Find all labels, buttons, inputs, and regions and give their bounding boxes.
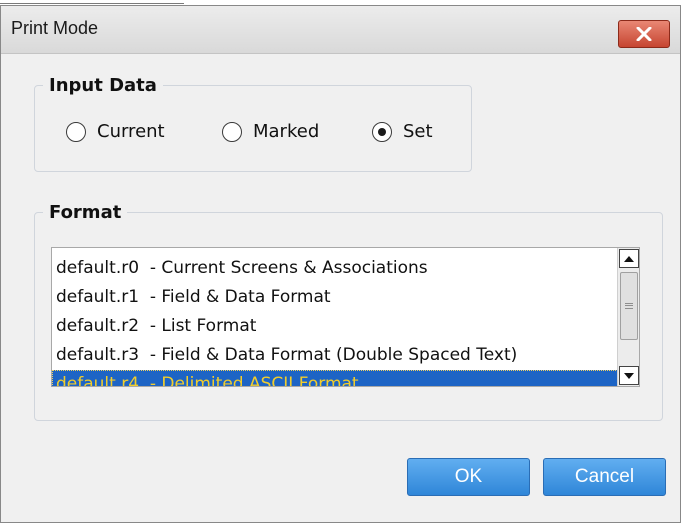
arrow-down-icon bbox=[624, 372, 634, 379]
cancel-button[interactable]: Cancel bbox=[543, 458, 666, 496]
input-data-legend: Input Data bbox=[43, 75, 163, 96]
scrollbar-thumb[interactable] bbox=[620, 272, 638, 340]
list-item[interactable]: default.r0 - Current Screens & Associati… bbox=[52, 254, 618, 283]
format-group: Format default.r0 - Current Screens & As… bbox=[34, 202, 663, 421]
title-bar[interactable]: Print Mode bbox=[1, 6, 680, 54]
grip-icon bbox=[625, 303, 633, 309]
radio-checked-icon[interactable] bbox=[372, 121, 392, 142]
format-legend: Format bbox=[43, 202, 128, 223]
window-title: Print Mode bbox=[11, 18, 99, 38]
radio-label-marked: Marked bbox=[253, 121, 320, 142]
list-item[interactable]: default.r1 - Field & Data Format bbox=[52, 283, 618, 312]
arrow-up-icon bbox=[624, 255, 634, 262]
background-window-edge bbox=[0, 0, 184, 4]
radio-label-set: Set bbox=[403, 121, 433, 142]
scroll-up-button[interactable] bbox=[619, 249, 639, 268]
radio-set[interactable]: Set bbox=[372, 121, 433, 142]
radio-circle-icon[interactable] bbox=[66, 121, 86, 142]
close-button[interactable] bbox=[618, 20, 670, 48]
input-data-group: Input Data Current Marked Set bbox=[34, 75, 472, 172]
format-listbox[interactable]: default.r0 - Current Screens & Associati… bbox=[51, 247, 640, 387]
dialog-body: Input Data Current Marked Set Format def… bbox=[1, 55, 680, 522]
vertical-scrollbar[interactable] bbox=[617, 248, 639, 386]
radio-current[interactable]: Current bbox=[66, 121, 165, 142]
radio-circle-icon[interactable] bbox=[222, 121, 242, 142]
radio-marked[interactable]: Marked bbox=[222, 121, 319, 142]
ok-button[interactable]: OK bbox=[407, 458, 530, 496]
radio-label-current: Current bbox=[97, 121, 165, 142]
scroll-down-button[interactable] bbox=[619, 366, 639, 385]
print-mode-dialog: Print Mode Input Data Current Marked Set bbox=[0, 5, 681, 523]
list-item[interactable]: default.r2 - List Format bbox=[52, 312, 618, 341]
list-item[interactable]: default.r3 - Field & Data Format (Double… bbox=[52, 341, 618, 370]
list-item-selected[interactable]: default.r4 - Delimited ASCII Format bbox=[52, 370, 618, 386]
close-x-icon bbox=[636, 27, 652, 41]
